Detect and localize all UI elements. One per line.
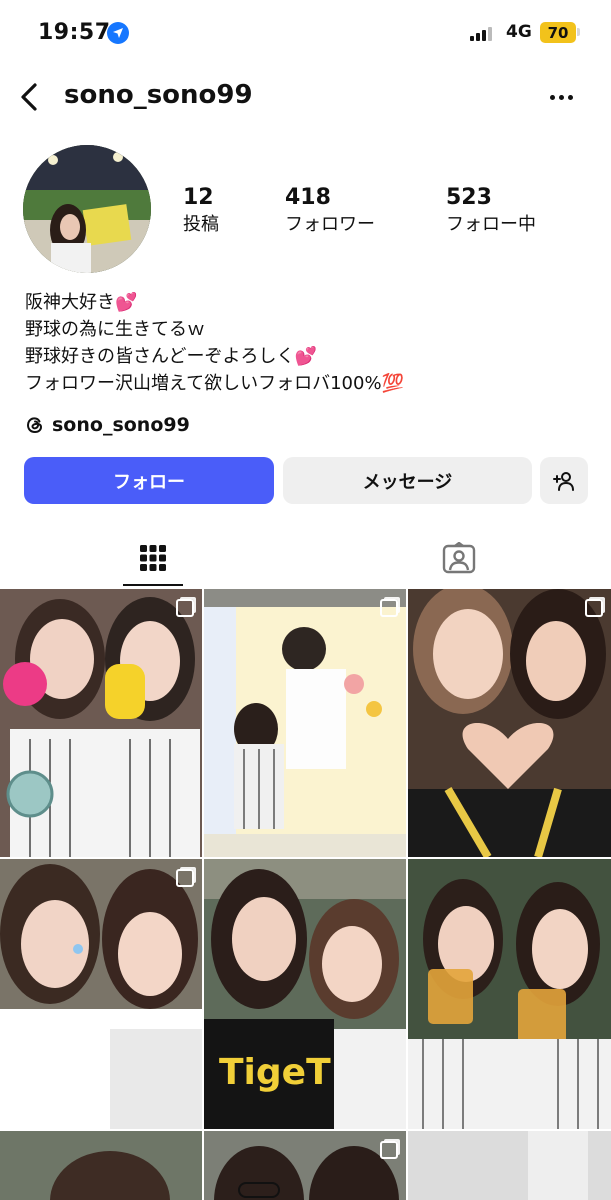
more-horizontal-icon bbox=[550, 94, 555, 100]
signal-bars-icon bbox=[470, 26, 492, 41]
posts-label: 投稿 bbox=[183, 214, 219, 235]
post-tile-8[interactable] bbox=[204, 1131, 406, 1200]
tab-tagged[interactable] bbox=[306, 530, 611, 586]
post-tile-9[interactable] bbox=[408, 1131, 611, 1200]
following-label: フォロー中 bbox=[446, 214, 536, 235]
followers-label: フォロワー bbox=[285, 214, 375, 235]
post-tile-6[interactable] bbox=[408, 859, 611, 1129]
post-tile-4[interactable] bbox=[0, 859, 202, 1129]
followers-stat[interactable]: 418 フォロワー bbox=[285, 185, 375, 236]
page-title: sono_sono99 bbox=[64, 80, 253, 110]
battery-indicator: 70 bbox=[540, 22, 576, 43]
multi-photo-icon bbox=[380, 1141, 398, 1159]
svg-text:TigeT: TigeT bbox=[219, 1052, 331, 1093]
following-count: 523 bbox=[446, 185, 492, 210]
add-user-button[interactable] bbox=[540, 457, 588, 504]
post-tile-3[interactable] bbox=[408, 589, 611, 857]
avatar[interactable] bbox=[23, 145, 151, 273]
network-type: 4G bbox=[506, 22, 532, 42]
tagged-person-icon bbox=[442, 542, 475, 574]
multi-photo-icon bbox=[585, 599, 603, 617]
bio-line-1: 阪神大好き💕 bbox=[25, 292, 138, 313]
post-tile-2[interactable] bbox=[204, 589, 406, 857]
more-options-button[interactable] bbox=[550, 85, 580, 109]
post-tile-5[interactable]: TigeT bbox=[204, 859, 406, 1129]
followers-count: 418 bbox=[285, 185, 331, 210]
chevron-left-icon bbox=[21, 83, 37, 111]
tab-indicator bbox=[123, 584, 183, 586]
battery-tip bbox=[577, 28, 580, 36]
tab-grid[interactable] bbox=[0, 530, 305, 586]
bio-line-3: 野球好きの皆さんどーぞよろしく💕 bbox=[25, 346, 317, 367]
back-button[interactable] bbox=[16, 80, 46, 114]
bio-line-4: フォロワー沢山増えて欲しいフォロバ100%💯 bbox=[25, 373, 404, 394]
add-person-icon bbox=[553, 471, 574, 491]
post-tile-1[interactable] bbox=[0, 589, 202, 857]
post-tile-7[interactable] bbox=[0, 1131, 202, 1200]
threads-handle: sono_sono99 bbox=[52, 414, 190, 436]
multi-photo-icon bbox=[380, 599, 398, 617]
posts-count: 12 bbox=[183, 185, 214, 210]
grid-icon bbox=[139, 545, 166, 571]
posts-count-stat[interactable]: 12 投稿 bbox=[183, 185, 219, 236]
threads-link[interactable]: sono_sono99 bbox=[24, 414, 190, 436]
message-button[interactable]: メッセージ bbox=[283, 457, 532, 504]
follow-button[interactable]: フォロー bbox=[24, 457, 274, 504]
threads-icon bbox=[26, 417, 43, 434]
status-time: 19:57 bbox=[38, 20, 111, 45]
following-stat[interactable]: 523 フォロー中 bbox=[446, 185, 536, 236]
location-arrow-icon bbox=[107, 22, 129, 44]
bio-line-2: 野球の為に生きてるｗ bbox=[25, 319, 205, 340]
multi-photo-icon bbox=[176, 599, 194, 617]
multi-photo-icon bbox=[176, 869, 194, 887]
